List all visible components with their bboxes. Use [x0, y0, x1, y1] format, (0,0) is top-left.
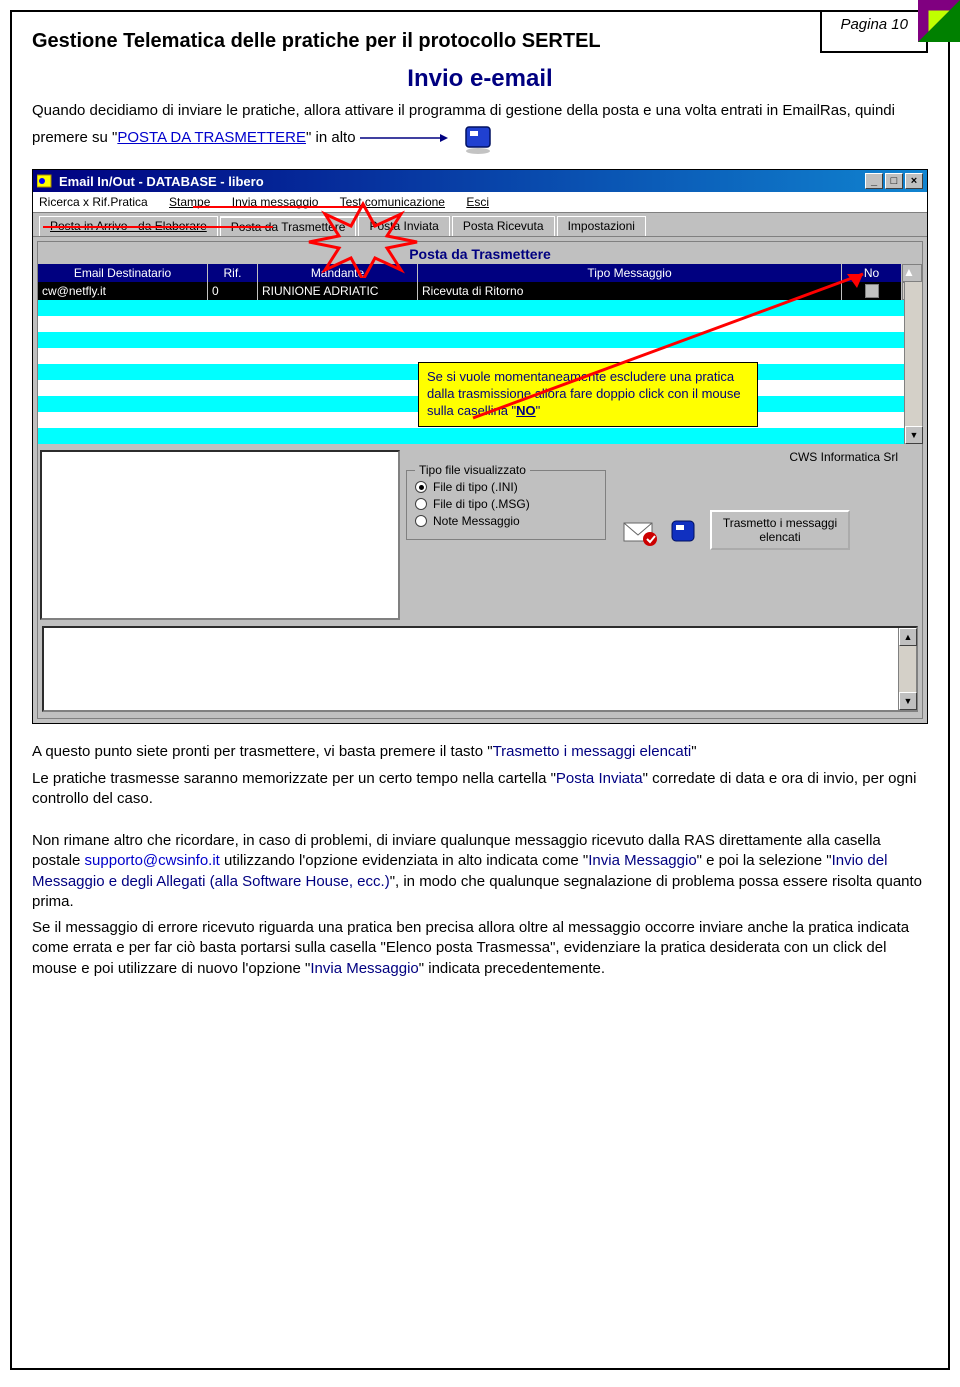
para-error-pratica: Se il messaggio di errore ricevuto rigua…: [32, 918, 928, 979]
cell-email: cw@netfly.it: [38, 282, 208, 300]
intro-paragraph: Quando decidiamo di inviare le pratiche,…: [32, 101, 928, 155]
log-textbox: [40, 450, 400, 620]
grid-scroll-down[interactable]: ▼: [905, 426, 923, 444]
menu-bar: Ricerca x Rif.Pratica Stampe Invia messa…: [33, 192, 927, 213]
support-email: supporto@cwsinfo.it: [85, 852, 220, 869]
grid-scroll-up[interactable]: ▲: [902, 264, 922, 282]
minimize-button[interactable]: _: [865, 173, 883, 189]
grid-row-empty: [38, 428, 922, 444]
para-trasmetto: A questo punto siete pronti per trasmett…: [32, 742, 928, 762]
red-arrow-annotation-icon: [463, 268, 883, 428]
grid-scrollbar[interactable]: ▼: [904, 282, 922, 444]
starburst-annotation-icon: [303, 198, 443, 278]
titlebar: Email In/Out - DATABASE - libero _ □ ×: [33, 170, 927, 192]
titlebar-text: Email In/Out - DATABASE - libero: [59, 174, 865, 189]
radio-ini[interactable]: File di tipo (.INI): [415, 480, 597, 494]
fieldset-tipo-file: Tipo file visualizzato File di tipo (.IN…: [406, 470, 606, 540]
listbox-scrollbar[interactable]: ▲ ▼: [898, 628, 916, 710]
mail-app-icon: [462, 121, 498, 155]
company-label: CWS Informatica Srl: [406, 450, 918, 464]
col-email: Email Destinatario: [38, 264, 208, 282]
header-title: Gestione Telematica delle pratiche per i…: [32, 30, 820, 53]
fieldset-legend: Tipo file visualizzato: [415, 463, 530, 477]
section-title: Invio e-email: [32, 65, 928, 93]
transmit-button[interactable]: Trasmetto i messaggi elencati: [710, 510, 850, 550]
mailbox-icon: [666, 513, 700, 547]
close-button[interactable]: ×: [905, 173, 923, 189]
cell-rif: 0: [208, 282, 258, 300]
radio-note[interactable]: Note Messaggio: [415, 514, 597, 528]
tab-impostazioni[interactable]: Impostazioni: [557, 216, 646, 236]
app-icon: [37, 173, 53, 189]
maximize-button[interactable]: □: [885, 173, 903, 189]
cell-mandante: RIUNIONE ADRIATIC: [258, 282, 418, 300]
corner-logo-icon: [918, 0, 960, 42]
menu-ricerca[interactable]: Ricerca x Rif.Pratica: [39, 195, 148, 209]
page-number: Pagina 10: [820, 12, 928, 53]
menu-esci[interactable]: Esci: [466, 195, 489, 209]
envelope-receive-icon: [620, 513, 660, 547]
para-support: Non rimane altro che ricordare, in caso …: [32, 831, 928, 912]
bottom-listbox: ▲ ▼: [42, 626, 918, 712]
red-underline-icon: [43, 226, 273, 228]
para-posta-inviata: Le pratiche trasmesse saranno memorizzat…: [32, 769, 928, 810]
arrow-right-icon: [360, 132, 448, 144]
listbox-scroll-up[interactable]: ▲: [899, 628, 917, 646]
tab-row: Posta in Arrivo - da Elaborare Posta da …: [33, 213, 927, 237]
grid-section-label: Posta da Trasmettere: [38, 242, 922, 264]
tab-posta-ricevuta[interactable]: Posta Ricevuta: [452, 216, 555, 236]
listbox-scroll-down[interactable]: ▼: [899, 692, 917, 710]
col-rif: Rif.: [208, 264, 258, 282]
app-window: Email In/Out - DATABASE - libero _ □ × R…: [32, 169, 928, 724]
posta-da-trasmettere-link: POSTA DA TRASMETTERE: [117, 129, 306, 146]
radio-msg[interactable]: File di tipo (.MSG): [415, 497, 597, 511]
